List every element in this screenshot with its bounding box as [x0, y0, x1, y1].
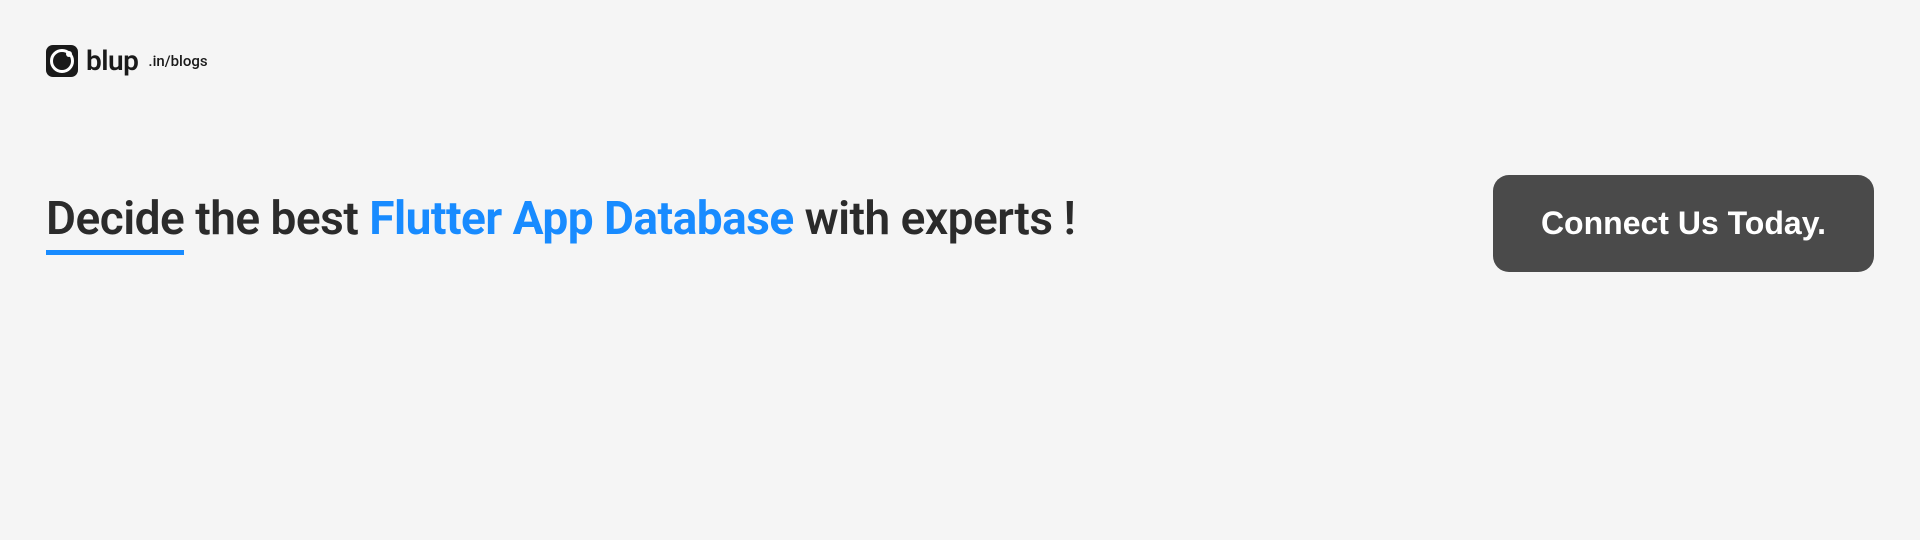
connect-us-button[interactable]: Connect Us Today. — [1493, 175, 1874, 272]
headline-text-2: with experts ! — [794, 192, 1076, 246]
headline-text-1: the best — [184, 192, 369, 246]
blup-logo-icon — [46, 45, 78, 77]
header: blup .in/blogs — [46, 44, 208, 77]
brand-suffix: .in/blogs — [148, 52, 207, 70]
headline-highlight: Flutter App Database — [369, 192, 793, 246]
brand-name: blup — [86, 44, 138, 77]
main-content: Decide the best Flutter App Database wit… — [46, 175, 1874, 272]
headline: Decide the best Flutter App Database wit… — [46, 192, 1075, 255]
headline-underlined-word: Decide — [46, 192, 184, 255]
